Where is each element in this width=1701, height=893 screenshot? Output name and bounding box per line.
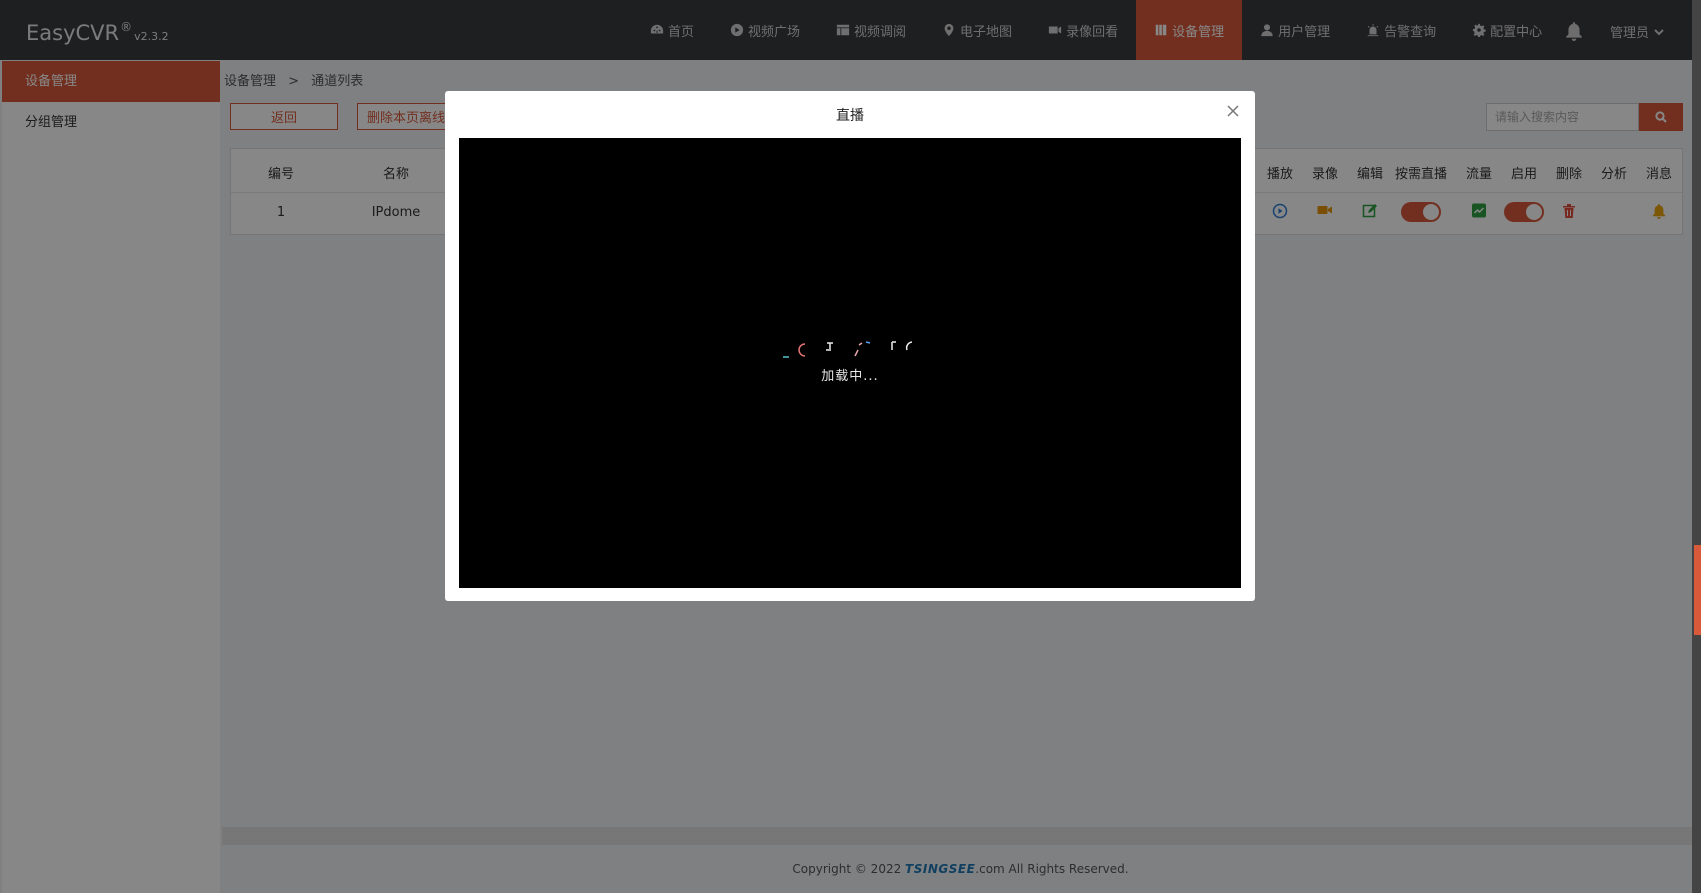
live-stream-modal: 直播 加载中...	[445, 91, 1255, 601]
window-edge	[1692, 0, 1701, 893]
loading-text: 加载中...	[821, 369, 879, 384]
loading-spinner-icon	[783, 341, 913, 358]
modal-title: 直播	[836, 108, 864, 124]
edge-accent	[1694, 545, 1701, 635]
video-player[interactable]: 加载中...	[459, 138, 1241, 588]
close-icon[interactable]	[1225, 103, 1241, 119]
